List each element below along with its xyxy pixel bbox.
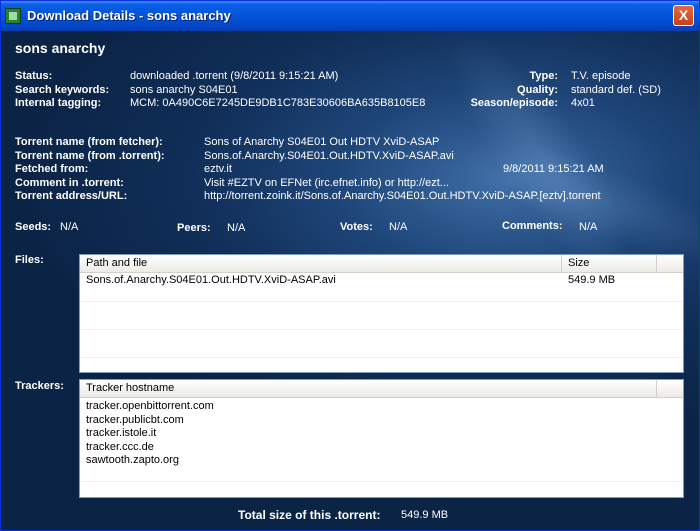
quality-label: Quality: — [517, 84, 558, 96]
page-title: sons anarchy — [15, 40, 106, 56]
torrent-address-value[interactable]: http://torrent.zoink.it/Sons.of.Anarchy.… — [204, 190, 601, 202]
tracker-row[interactable]: tracker.istole.it — [86, 427, 156, 440]
tracker-row[interactable]: tracker.ccc.de — [86, 441, 154, 454]
total-size-value: 549.9 MB — [401, 509, 449, 521]
column-header-path[interactable]: Path and file — [80, 255, 562, 272]
torrent-address-label: Torrent address/URL: — [15, 190, 128, 202]
total-size-label: Total size of this .torrent: — [238, 508, 381, 522]
internal-tagging-label: Internal tagging: — [15, 97, 102, 109]
status-label: Status: — [15, 70, 53, 82]
torrent-name-fetcher-label: Torrent name (from fetcher): — [15, 136, 163, 148]
votes-label: Votes: — [340, 221, 373, 233]
votes-value: N/A — [389, 221, 408, 233]
files-list[interactable]: Path and file Size Sons.of.Anarchy.S04E0… — [79, 254, 684, 373]
trackers-list[interactable]: Tracker hostname tracker.openbittorrent.… — [79, 379, 684, 498]
column-header-tracker-hostname[interactable]: Tracker hostname — [80, 380, 657, 397]
season-episode-label: Season/episode: — [470, 97, 558, 109]
files-label: Files: — [15, 254, 44, 266]
search-keywords-value: sons anarchy S04E01 — [130, 84, 238, 96]
trackers-list-header: Tracker hostname — [80, 380, 683, 398]
row-divider — [80, 301, 683, 302]
column-header-filler — [657, 255, 683, 272]
torrent-name-file-value: Sons.of.Anarchy.S04E01.Out.HDTV.XviD-ASA… — [204, 150, 454, 162]
comment-label: Comment in .torrent: — [15, 177, 124, 189]
file-row-path[interactable]: Sons.of.Anarchy.S04E01.Out.HDTV.XviD-ASA… — [86, 274, 336, 287]
tracker-row[interactable]: tracker.publicbt.com — [86, 414, 184, 427]
quality-value: standard def. (SD) — [571, 84, 661, 96]
column-header-size[interactable]: Size — [562, 255, 657, 272]
row-divider — [80, 481, 683, 482]
season-episode-value: 4x01 — [571, 97, 595, 109]
fetched-time: 9/8/2011 9:15:21 AM — [503, 163, 604, 175]
status-value: downloaded .torrent (9/8/2011 9:15:21 AM… — [130, 70, 339, 82]
download-details-window: Download Details - sons anarchy X sons a… — [0, 0, 700, 531]
comments-label: Comments: — [502, 220, 563, 232]
comments-value: N/A — [579, 221, 598, 233]
app-icon — [5, 8, 21, 24]
internal-tagging-value: MCM: 0A490C6E7245DE9DB1C783E30606BA635B8… — [130, 97, 426, 109]
column-header-filler — [657, 380, 683, 397]
trackers-label: Trackers: — [15, 380, 64, 392]
peers-label: Peers: — [177, 222, 211, 234]
tracker-row[interactable]: sawtooth.zapto.org — [86, 454, 179, 467]
search-keywords-label: Search keywords: — [15, 84, 110, 96]
seeds-label: Seeds: — [15, 221, 52, 233]
seeds-value: N/A — [60, 221, 79, 233]
window-title: Download Details - sons anarchy — [27, 8, 231, 23]
files-list-header: Path and file Size — [80, 255, 683, 273]
row-divider — [80, 357, 683, 358]
details-panel: sons anarchy Status: downloaded .torrent… — [1, 31, 699, 530]
file-row-size[interactable]: 549.9 MB — [568, 274, 615, 287]
fetched-from-label: Fetched from: — [15, 163, 89, 175]
peers-value: N/A — [227, 222, 246, 234]
torrent-name-fetcher-value: Sons of Anarchy S04E01 Out HDTV XviD-ASA… — [204, 136, 440, 148]
close-button[interactable]: X — [673, 5, 694, 26]
comment-value: Visit #EZTV on EFNet (irc.efnet.info) or… — [204, 177, 449, 189]
row-divider — [80, 329, 683, 330]
torrent-name-file-label: Torrent name (from .torrent): — [15, 150, 165, 162]
fetched-from-value: eztv.it — [204, 163, 232, 175]
tracker-row[interactable]: tracker.openbittorrent.com — [86, 400, 214, 413]
type-value: T.V. episode — [571, 70, 631, 82]
type-label: Type: — [529, 70, 558, 82]
